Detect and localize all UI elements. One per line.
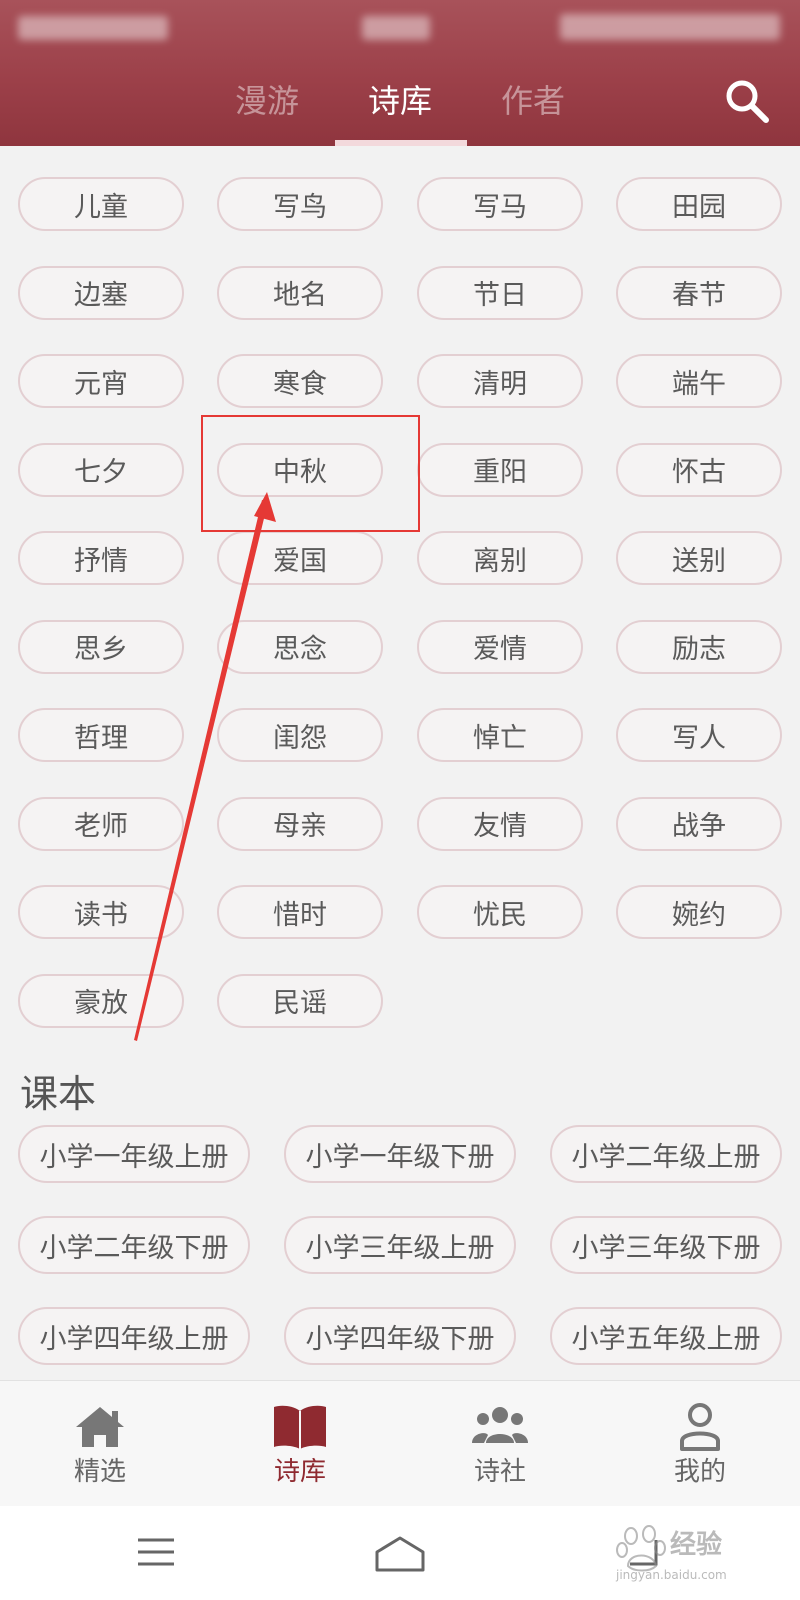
theme-tag[interactable]: 抒情 — [18, 531, 184, 585]
theme-tag[interactable]: 七夕 — [18, 442, 184, 497]
nav-label-mine: 我的 — [673, 1457, 726, 1487]
home-button-icon[interactable] — [374, 1534, 426, 1574]
tab-poetry-library[interactable]: 诗库 — [335, 76, 465, 122]
watermark-url: jingyan.baidu.com — [616, 1568, 727, 1582]
nav-featured[interactable]: 精选 — [0, 1381, 200, 1507]
theme-tag[interactable]: 写鸟 — [217, 177, 383, 231]
theme-tag[interactable]: 忧民 — [417, 885, 583, 939]
theme-tag[interactable]: 清明 — [417, 354, 583, 408]
menu-icon[interactable] — [136, 1534, 176, 1570]
tab-roam[interactable]: 漫游 — [202, 76, 332, 122]
tab-authors[interactable]: 作者 — [468, 76, 598, 122]
theme-tag[interactable]: 端午 — [616, 354, 782, 408]
textbook-item[interactable]: 小学三年级下册 — [550, 1216, 782, 1274]
textbook-item[interactable]: 小学五年级上册 — [550, 1307, 782, 1365]
theme-tag[interactable]: 惜时 — [217, 885, 383, 939]
search-icon — [726, 80, 769, 123]
theme-tag[interactable]: 重阳 — [417, 442, 583, 497]
theme-tag[interactable]: 友情 — [417, 796, 583, 851]
textbook-item[interactable]: 小学三年级上册 — [284, 1216, 516, 1274]
nav-label-poetry-society: 诗社 — [473, 1457, 526, 1487]
theme-tag[interactable]: 豪放 — [18, 973, 184, 1028]
theme-tag[interactable]: 思念 — [217, 619, 383, 674]
textbook-section-title: 课本 — [20, 1072, 97, 1116]
theme-tag[interactable]: 励志 — [616, 619, 782, 674]
theme-tag[interactable]: 边塞 — [18, 265, 184, 320]
nav-label-poetry-library: 诗库 — [273, 1457, 326, 1487]
theme-tag[interactable]: 元宵 — [18, 354, 184, 408]
theme-tag[interactable]: 哲理 — [18, 708, 184, 762]
theme-tag[interactable]: 老师 — [18, 796, 184, 851]
textbook-item[interactable]: 小学一年级下册 — [284, 1125, 516, 1183]
theme-tag[interactable]: 战争 — [616, 796, 782, 851]
status-bar — [0, 0, 800, 58]
theme-tag[interactable]: 读书 — [18, 885, 184, 939]
theme-tag[interactable]: 儿童 — [18, 177, 184, 231]
nav-label-featured: 精选 — [73, 1457, 126, 1487]
active-tab-indicator — [335, 140, 467, 146]
nav-poetry-library[interactable]: 诗库 — [200, 1381, 400, 1507]
search-button[interactable] — [722, 76, 772, 126]
home-icon — [76, 1407, 124, 1447]
textbook-item[interactable]: 小学四年级下册 — [284, 1307, 516, 1365]
theme-tag[interactable]: 思乡 — [18, 619, 184, 674]
theme-tag[interactable]: 寒食 — [217, 354, 383, 408]
theme-tag[interactable]: 闺怨 — [217, 708, 383, 762]
baidu-jingyan-watermark: 经验 jingyan.baidu.com — [616, 1518, 786, 1588]
status-time-blurred — [362, 16, 430, 40]
theme-tag[interactable]: 田园 — [616, 177, 782, 231]
theme-tag[interactable]: 地名 — [217, 265, 383, 320]
theme-tag[interactable]: 写人 — [616, 708, 782, 762]
nav-mine[interactable]: 我的 — [600, 1381, 800, 1507]
theme-tag[interactable]: 母亲 — [217, 796, 383, 851]
theme-tag[interactable]: 节日 — [417, 265, 583, 320]
textbook-item[interactable]: 小学二年级下册 — [18, 1216, 250, 1274]
annotation-highlight-box — [201, 415, 420, 532]
theme-tag[interactable]: 写马 — [417, 177, 583, 231]
theme-tag[interactable]: 婉约 — [616, 885, 782, 939]
app-header: 漫游 诗库 作者 — [0, 0, 800, 146]
group-icon — [472, 1407, 528, 1443]
watermark-text: 经验 — [670, 1530, 723, 1560]
theme-tag[interactable]: 怀古 — [616, 442, 782, 497]
textbook-item[interactable]: 小学四年级上册 — [18, 1307, 250, 1365]
textbook-item[interactable]: 小学二年级上册 — [550, 1125, 782, 1183]
theme-tag[interactable]: 民谣 — [217, 973, 383, 1028]
theme-tag[interactable]: 爱国 — [217, 531, 383, 585]
theme-tag[interactable]: 离别 — [417, 531, 583, 585]
bottom-navigation: 精选 诗库 诗社 我的 — [0, 1380, 800, 1506]
textbook-item[interactable]: 小学一年级上册 — [18, 1125, 250, 1183]
top-tabs: 漫游 诗库 作者 — [0, 70, 800, 146]
baidu-paw-icon — [616, 1525, 666, 1572]
nav-poetry-society[interactable]: 诗社 — [400, 1381, 600, 1507]
theme-tag[interactable]: 爱情 — [417, 619, 583, 674]
theme-tag[interactable]: 送别 — [616, 531, 782, 585]
status-indicators-blurred — [560, 14, 780, 40]
user-icon — [680, 1403, 720, 1451]
theme-tag[interactable]: 春节 — [616, 265, 782, 320]
theme-tag[interactable]: 悼亡 — [417, 708, 583, 762]
book-icon — [274, 1405, 326, 1449]
status-carrier-blurred — [18, 16, 168, 40]
